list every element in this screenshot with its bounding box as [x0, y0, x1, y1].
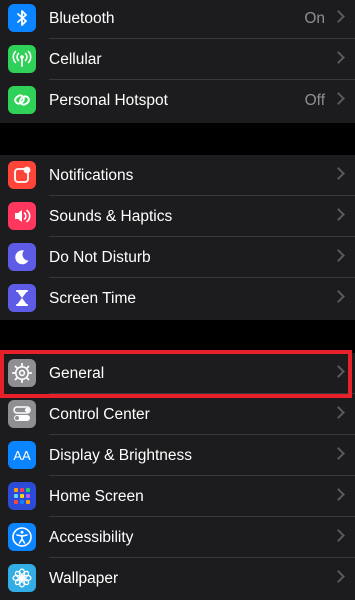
toggles-icon — [8, 400, 36, 428]
chevron-right-icon — [332, 529, 345, 542]
chevron-right-icon — [332, 406, 345, 419]
settings-row-wallpaper[interactable]: Wallpaper — [0, 558, 355, 599]
chevron-right-icon — [332, 447, 345, 460]
aa-text: AA — [13, 447, 31, 463]
row-label: Screen Time — [49, 290, 137, 307]
row-value: Off — [304, 92, 325, 109]
settings-row-display-brightness[interactable]: AA Display & Brightness — [0, 435, 355, 476]
hourglass-icon — [8, 284, 36, 312]
row-label: Notifications — [49, 167, 134, 184]
bluetooth-icon — [8, 4, 36, 32]
settings-row-accessibility[interactable]: Accessibility — [0, 517, 355, 558]
row-label: Cellular — [49, 51, 102, 68]
chevron-right-icon — [332, 488, 345, 501]
accessibility-icon — [8, 523, 36, 551]
settings-row-bluetooth[interactable]: Bluetooth On — [0, 0, 355, 39]
row-label: Control Center — [49, 406, 150, 423]
row-label: Sounds & Haptics — [49, 208, 173, 225]
notifications-group: Notifications Sounds & Haptics Do Not Di… — [0, 155, 355, 320]
notifications-icon — [8, 161, 36, 189]
settings-row-cellular[interactable]: Cellular — [0, 39, 355, 80]
row-label: Bluetooth — [49, 10, 115, 27]
hotspot-link-icon — [8, 86, 36, 114]
settings-row-do-not-disturb[interactable]: Do Not Disturb — [0, 237, 355, 278]
row-label: Personal Hotspot — [49, 92, 168, 109]
row-value: On — [304, 10, 325, 27]
app-grid-icon — [8, 482, 36, 510]
moon-icon — [8, 243, 36, 271]
settings-row-notifications[interactable]: Notifications — [0, 155, 355, 196]
chevron-right-icon — [332, 10, 345, 23]
chevron-right-icon — [332, 249, 345, 262]
general-highlight-box — [0, 350, 352, 398]
row-label: Do Not Disturb — [49, 249, 151, 266]
row-label: Accessibility — [49, 529, 134, 546]
chevron-right-icon — [332, 570, 345, 583]
row-label: Home Screen — [49, 488, 144, 505]
settings-row-personal-hotspot[interactable]: Personal Hotspot Off — [0, 80, 355, 121]
antenna-icon — [8, 45, 36, 73]
chevron-right-icon — [332, 290, 345, 303]
aa-text-icon: AA — [8, 441, 36, 469]
settings-row-control-center[interactable]: Control Center — [0, 394, 355, 435]
chevron-right-icon — [332, 208, 345, 221]
row-label: Display & Brightness — [49, 447, 193, 464]
chevron-right-icon — [332, 167, 345, 180]
settings-row-sounds-haptics[interactable]: Sounds & Haptics — [0, 196, 355, 237]
chevron-right-icon — [332, 92, 345, 105]
connectivity-group: Bluetooth On Cellular Personal Hotspot O… — [0, 0, 355, 123]
settings-row-screen-time[interactable]: Screen Time — [0, 278, 355, 319]
speaker-icon — [8, 202, 36, 230]
settings-row-home-screen[interactable]: Home Screen — [0, 476, 355, 517]
chevron-right-icon — [332, 51, 345, 64]
flower-icon — [8, 564, 36, 592]
row-label: Wallpaper — [49, 570, 119, 587]
